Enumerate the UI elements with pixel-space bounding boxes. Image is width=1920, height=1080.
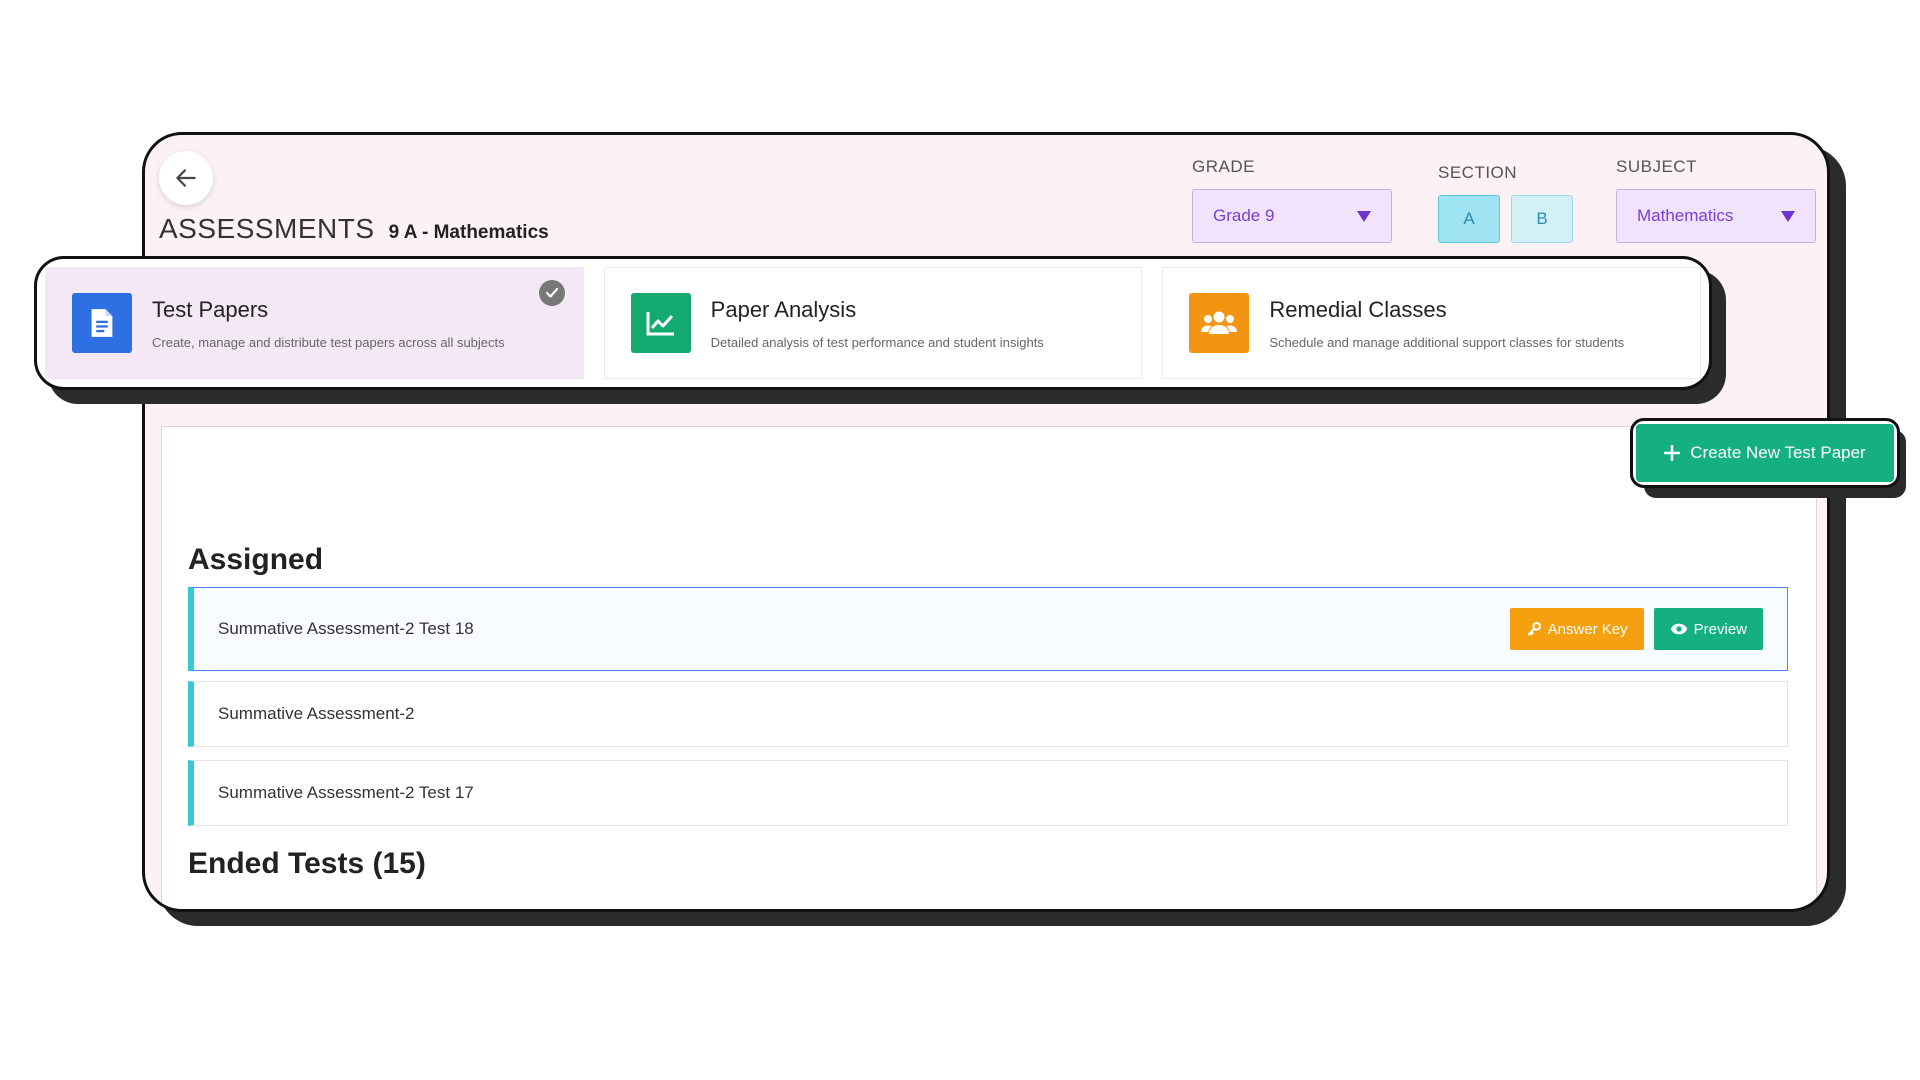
answer-key-button[interactable]: Answer Key [1509, 608, 1644, 650]
feature-icon-tile [1189, 293, 1250, 353]
test-row-title: Summative Assessment-2 Test 18 [218, 619, 474, 638]
ended-heading: Ended Tests (15) [188, 847, 426, 880]
page-title-text: ASSESSMENTS [159, 213, 375, 244]
subject-label: SUBJECT [1616, 157, 1697, 176]
grade-select-value: Grade 9 [1213, 206, 1275, 225]
document-icon [91, 309, 113, 337]
feature-icon-tile [72, 293, 132, 353]
feature-desc: Detailed analysis of test performance an… [710, 334, 1044, 350]
page-title: ASSESSMENTS 9 A - Mathematics [159, 213, 549, 245]
caret-down-icon [1357, 210, 1371, 222]
feature-title: Remedial Classes [1269, 296, 1447, 322]
test-row-title: Summative Assessment-2 [218, 704, 415, 723]
feature-text: Remedial Classes Schedule and manage add… [1269, 297, 1624, 350]
feature-icon-tile [630, 293, 691, 353]
page-context: 9 A - Mathematics [388, 222, 549, 243]
content-card: Assigned Summative Assessment-2 Test 18 … [161, 426, 1817, 909]
test-row[interactable]: Summative Assessment-2 Test 17 [188, 760, 1788, 826]
grade-label: GRADE [1192, 157, 1255, 176]
test-row[interactable]: Summative Assessment-2 Test 18 Answer Ke… [188, 587, 1788, 671]
chart-icon [646, 312, 674, 336]
feature-text: Paper Analysis Detailed analysis of test… [711, 297, 1044, 350]
back-button[interactable] [159, 151, 213, 205]
feature-card-remedial-classes[interactable]: Remedial Classes Schedule and manage add… [1162, 267, 1702, 379]
feature-card-paper-analysis[interactable]: Paper Analysis Detailed analysis of test… [603, 267, 1143, 379]
subject-select-value: Mathematics [1637, 206, 1734, 225]
feature-desc: Schedule and manage additional support c… [1269, 334, 1625, 350]
feature-cards: Test Papers Create, manage and distribut… [34, 256, 1712, 390]
plus-icon [1664, 445, 1681, 461]
create-button-label: Create New Test Paper [1690, 443, 1866, 462]
preview-label: Preview [1693, 620, 1747, 638]
caret-down-icon [1781, 210, 1795, 222]
feature-title: Paper Analysis [710, 296, 857, 322]
main-window: ASSESSMENTS 9 A - Mathematics GRADE Grad… [142, 132, 1830, 912]
feature-title: Test Papers [152, 296, 269, 322]
subject-select[interactable]: Mathematics [1616, 189, 1816, 243]
key-icon [1527, 622, 1541, 636]
section-b-button[interactable]: B [1511, 195, 1573, 243]
arrow-left-icon [176, 169, 196, 187]
feature-text: Test Papers Create, manage and distribut… [152, 297, 505, 350]
grade-select[interactable]: Grade 9 [1192, 189, 1392, 243]
section-label: SECTION [1438, 163, 1518, 182]
check-icon [538, 280, 565, 306]
test-row-title: Summative Assessment-2 Test 17 [218, 783, 474, 802]
section-a-button[interactable]: A [1438, 195, 1500, 243]
row-actions: Answer Key Preview [1509, 608, 1763, 650]
eye-icon [1670, 623, 1687, 635]
preview-button[interactable]: Preview [1653, 608, 1763, 650]
create-test-paper-button[interactable]: Create New Test Paper [1636, 424, 1894, 482]
feature-card-test-papers[interactable]: Test Papers Create, manage and distribut… [45, 267, 584, 379]
test-row[interactable]: Summative Assessment-2 [188, 681, 1788, 747]
stage: ASSESSMENTS 9 A - Mathematics GRADE Grad… [0, 0, 1920, 1080]
users-icon [1201, 311, 1238, 334]
assigned-heading: Assigned [188, 543, 324, 576]
answer-key-label: Answer Key [1547, 620, 1628, 638]
feature-desc: Create, manage and distribute test paper… [152, 334, 505, 350]
